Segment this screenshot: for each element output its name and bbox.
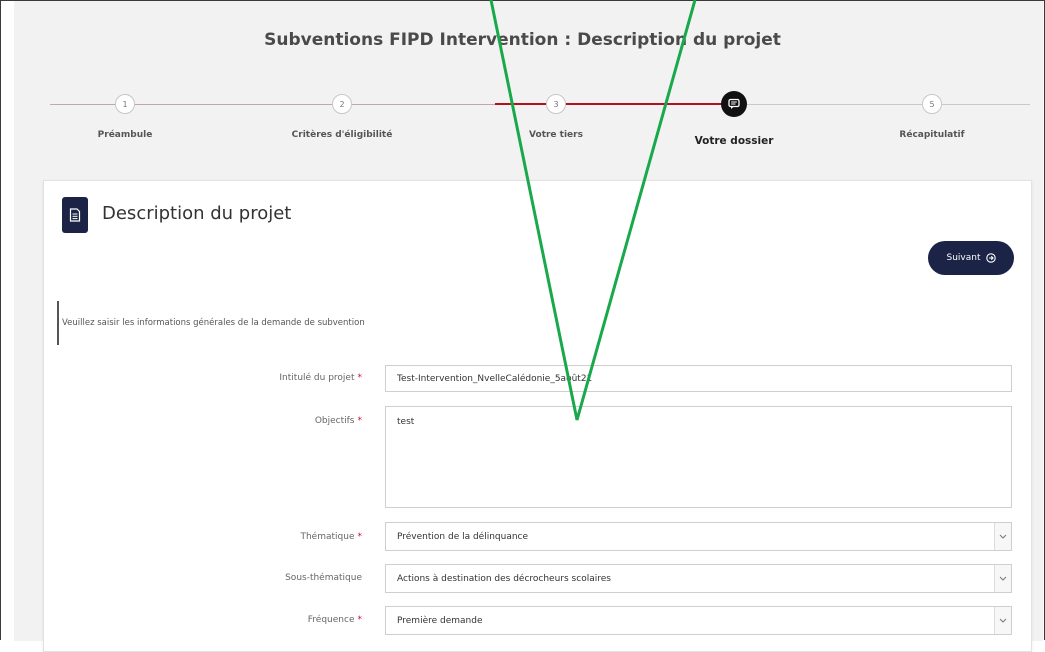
step-2-label[interactable]: Critères d'éligibilité [262, 130, 422, 140]
chevron-down-icon [994, 523, 1011, 550]
step-2-circle[interactable]: 2 [332, 94, 352, 114]
project-title-label: Intitulé du projet * [279, 373, 362, 383]
step-4-label[interactable]: Votre dossier [654, 135, 814, 147]
sub-thematic-label: Sous-thématique [285, 573, 362, 583]
project-description-card: Description du projet Suivant Veuillez s… [43, 180, 1032, 652]
arrow-right-circle-icon [985, 253, 996, 263]
step-4-circle[interactable] [721, 91, 747, 117]
sub-thematic-select[interactable]: Actions à destination des décrocheurs sc… [385, 564, 1012, 593]
info-message: Veuillez saisir les informations général… [57, 301, 582, 345]
sub-thematic-value: Actions à destination des décrocheurs sc… [397, 573, 611, 584]
objectives-textarea[interactable]: test [385, 406, 1012, 508]
objectives-value: test [397, 417, 415, 427]
next-button[interactable]: Suivant [928, 241, 1014, 275]
step-1-circle[interactable]: 1 [115, 94, 135, 114]
stepper-track-remaining [735, 104, 1030, 105]
card-title: Description du projet [102, 203, 292, 224]
step-5-label[interactable]: Récapitulatif [852, 130, 1012, 140]
step-3-label[interactable]: Votre tiers [476, 130, 636, 140]
stepper-track-current [495, 103, 735, 105]
step-3-circle[interactable]: 3 [546, 94, 566, 114]
thematic-label: Thématique * [300, 532, 362, 542]
thematic-value: Prévention de la délinquance [397, 531, 529, 542]
thematic-select[interactable]: Prévention de la délinquance [385, 522, 1012, 551]
chat-icon [728, 98, 740, 109]
next-button-label: Suivant [946, 253, 981, 263]
frequency-value: Première demande [397, 615, 483, 626]
document-icon [62, 197, 88, 233]
frequency-label: Fréquence * [307, 615, 362, 625]
chevron-down-icon [994, 607, 1011, 634]
step-5-circle[interactable]: 5 [922, 94, 942, 114]
objectives-label: Objectifs * [314, 416, 362, 426]
frequency-select[interactable]: Première demande [385, 606, 1012, 635]
page-title: Subventions FIPD Intervention : Descript… [264, 30, 781, 50]
step-1-label[interactable]: Préambule [45, 130, 205, 140]
chevron-down-icon [994, 565, 1011, 592]
project-title-input[interactable]: Test-Intervention_NvelleCalédonie_5août2… [385, 365, 1012, 392]
project-title-value: Test-Intervention_NvelleCalédonie_5août2… [397, 373, 593, 384]
